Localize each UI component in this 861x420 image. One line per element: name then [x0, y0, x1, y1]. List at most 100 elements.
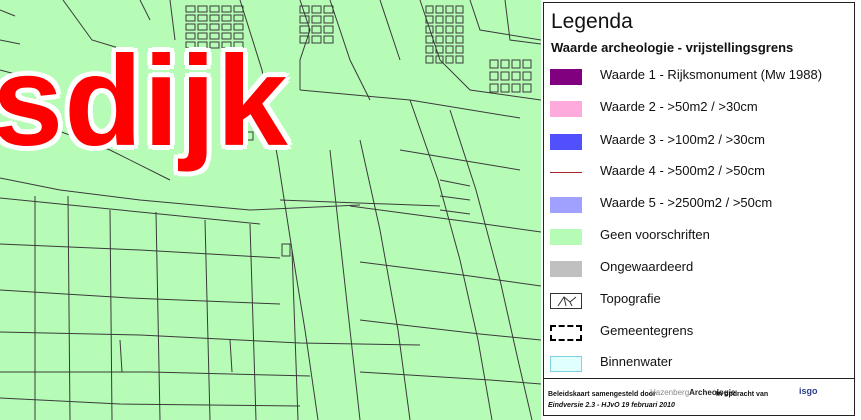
legend-item-label: Waarde 4 - >500m2 / >50cm	[600, 163, 765, 178]
waarde-1-swatch	[550, 69, 582, 85]
parcel-boundary	[155, 211, 161, 420]
building-footprint	[455, 45, 464, 54]
parcel-boundary	[204, 219, 211, 420]
building-footprint	[455, 25, 464, 34]
building-footprint	[455, 55, 464, 64]
building-footprint	[311, 25, 322, 34]
client-logo: isgo	[799, 386, 818, 396]
parcel-boundary	[449, 109, 533, 420]
parcel-boundary	[229, 339, 233, 373]
footer-version-text: Eindversie 2.3 - HJvO 19 februari 2010	[548, 402, 675, 409]
legend-item-gemeentegrens: Gemeentegrens	[544, 320, 854, 344]
parcel-boundary	[139, 0, 151, 21]
legend-footer: Beleidskaart samengesteld door Hazenberg…	[544, 378, 854, 415]
building-footprint	[299, 25, 310, 34]
building-footprint	[445, 45, 454, 54]
parcel-boundary	[359, 261, 541, 287]
building-footprint	[233, 14, 244, 22]
building-footprint	[323, 25, 334, 34]
building-footprint	[323, 5, 334, 14]
parcel-boundary	[379, 0, 401, 61]
legend-title: Legenda	[551, 10, 633, 33]
building-footprint	[323, 15, 334, 24]
building-footprint	[445, 25, 454, 34]
parcel-boundary	[109, 209, 113, 420]
parcel-boundary	[359, 319, 541, 341]
geen-voorschriften-swatch	[550, 229, 582, 245]
legend-item-label: Waarde 2 - >50m2 / >30cm	[600, 99, 758, 114]
place-name-label: sdijk	[0, 30, 289, 173]
building-footprint	[281, 243, 291, 257]
legend-item-binnenwater: Binnenwater	[544, 351, 854, 375]
legend-item-geen-voorschriften: Geen voorschriften	[544, 224, 854, 248]
parcel-boundary	[329, 0, 371, 101]
legend-item-label: Waarde 1 - Rijksmonument (Mw 1988)	[600, 67, 823, 82]
legend-item-label: Gemeentegrens	[600, 323, 694, 338]
parcel-boundary	[299, 89, 521, 119]
parcel-boundary	[349, 205, 541, 233]
footer-commission-text: In opdracht van	[716, 391, 769, 398]
legend-item-waarde-2: Waarde 2 - >50m2 / >30cm	[544, 96, 854, 120]
parcel-boundary	[249, 223, 257, 420]
legend-item-label: Waarde 5 - >2500m2 / >50cm	[600, 195, 773, 210]
building-footprint	[500, 59, 510, 69]
building-footprint	[511, 59, 521, 69]
binnenwater-swatch	[550, 356, 582, 372]
parcel-boundary	[0, 331, 421, 346]
legend-item-label: Waarde 3 - >100m2 / >30cm	[600, 132, 765, 147]
topography-icon	[550, 293, 582, 309]
parcel-boundary	[439, 195, 471, 201]
building-footprint	[311, 35, 322, 44]
building-footprint	[489, 83, 499, 93]
parcel-boundary	[0, 177, 361, 211]
footer-credit-text: Beleidskaart samengesteld door	[548, 391, 656, 398]
parcel-boundary	[0, 371, 311, 377]
building-footprint	[311, 5, 322, 14]
map-canvas[interactable]: sdijk	[0, 0, 541, 420]
building-footprint	[445, 55, 454, 64]
building-footprint	[455, 15, 464, 24]
parcel-boundary	[119, 339, 123, 373]
building-footprint	[185, 14, 196, 22]
legend-panel: Legenda Waarde archeologie - vrijstellin…	[543, 2, 855, 416]
waarde-5-swatch	[550, 197, 582, 213]
building-footprint	[323, 35, 334, 44]
building-footprint	[209, 5, 220, 13]
building-footprint	[522, 71, 532, 81]
legend-item-label: Topografie	[600, 291, 661, 306]
building-footprint	[511, 71, 521, 81]
building-footprint	[455, 5, 464, 14]
building-footprint	[197, 5, 208, 13]
building-footprint	[455, 35, 464, 44]
parcel-boundary	[399, 149, 521, 171]
building-footprint	[311, 15, 322, 24]
parcel-boundary	[359, 371, 541, 385]
building-footprint	[425, 55, 434, 64]
building-footprint	[221, 14, 232, 22]
legend-item-ongewaardeerd: Ongewaardeerd	[544, 256, 854, 280]
building-footprint	[489, 71, 499, 81]
building-footprint	[425, 45, 434, 54]
legend-item-label: Ongewaardeerd	[600, 259, 694, 274]
legend-item-waarde-1: Waarde 1 - Rijksmonument (Mw 1988)	[544, 64, 854, 88]
building-footprint	[221, 5, 232, 13]
building-footprint	[435, 35, 444, 44]
parcel-boundary	[329, 149, 361, 420]
legend-subtitle: Waarde archeologie - vrijstellingsgrens	[551, 40, 794, 55]
parcel-boundary	[291, 249, 299, 420]
ongewaardeerd-swatch	[550, 261, 582, 277]
building-footprint	[425, 5, 434, 14]
building-footprint	[489, 59, 499, 69]
waarde-3-swatch	[550, 134, 582, 150]
building-footprint	[435, 25, 444, 34]
legend-item-label: Binnenwater	[600, 354, 673, 369]
parcel-boundary	[0, 289, 281, 305]
legend-item-label: Geen voorschriften	[600, 227, 710, 242]
building-footprint	[435, 5, 444, 14]
parcel-boundary	[0, 197, 261, 225]
parcel-boundary	[67, 195, 71, 420]
building-footprint	[522, 59, 532, 69]
legend-item-topografie: Topografie	[544, 288, 854, 312]
gemeentegrens-dashed-symbol	[550, 325, 582, 341]
parcel-boundary	[409, 99, 493, 420]
